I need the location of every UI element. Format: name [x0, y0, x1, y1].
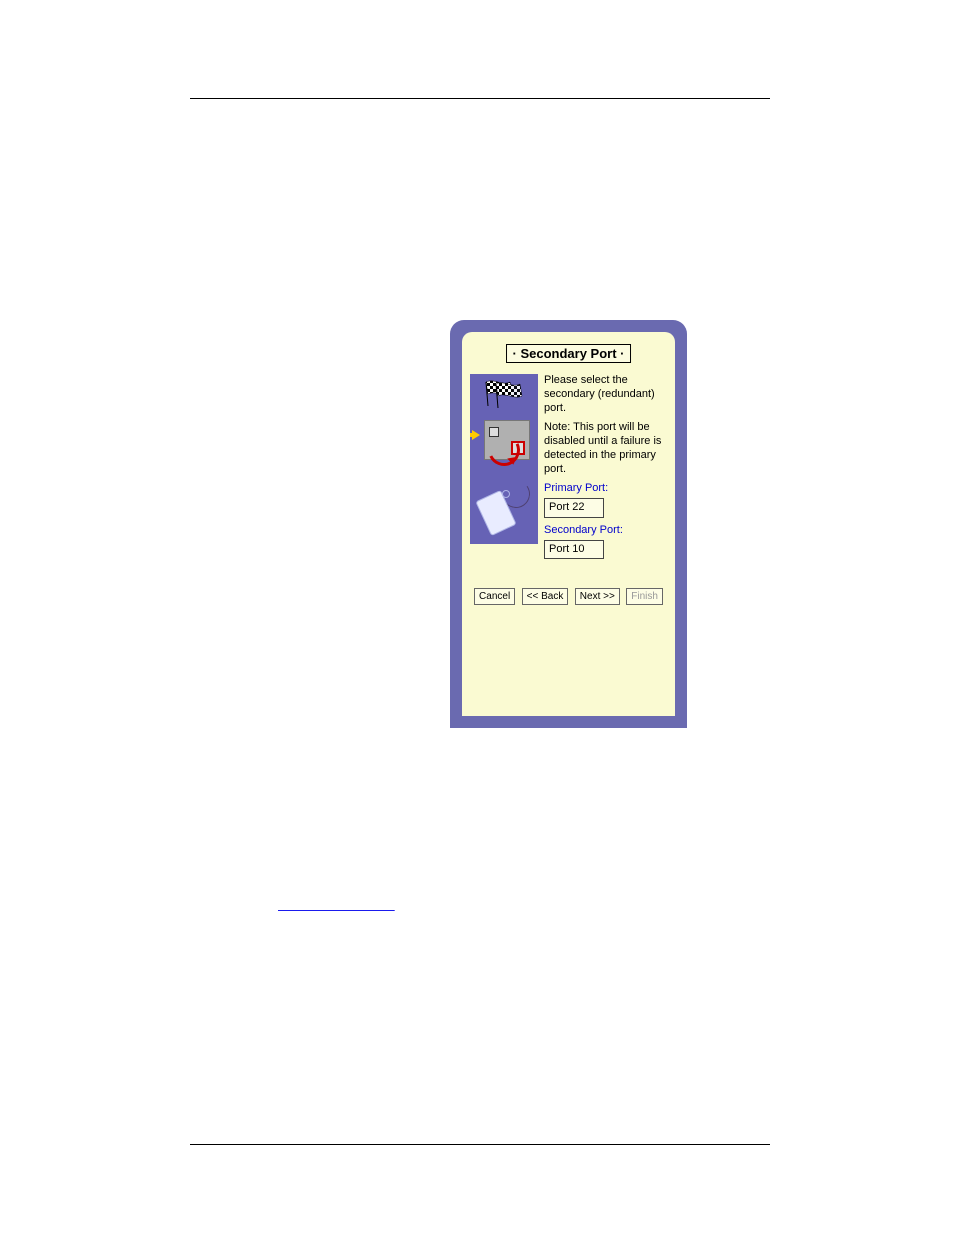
- dialog-title: · Secondary Port ·: [506, 344, 632, 363]
- header-divider: [190, 98, 770, 99]
- dialog-content: Please select the secondary (redundant) …: [544, 374, 667, 559]
- primary-port-value[interactable]: Port 22: [544, 498, 604, 518]
- finish-button: Finish: [626, 588, 663, 605]
- dialog-panel: · Secondary Port ·: [462, 332, 675, 716]
- dialog-note: Note: This port will be disabled until a…: [544, 421, 667, 476]
- checkered-flag-icon: [484, 380, 524, 408]
- wizard-button-row: Cancel << Back Next >> Finish: [462, 586, 675, 605]
- secondary-port-value[interactable]: Port 10: [544, 540, 604, 560]
- dialog-frame: ⎕ · Secondary Port ·: [450, 320, 687, 728]
- footer-divider: [190, 1144, 770, 1145]
- cancel-button[interactable]: Cancel: [474, 588, 515, 605]
- secondary-port-wizard-dialog: ⎕ · Secondary Port ·: [450, 320, 687, 728]
- yellow-right-arrow-icon: [472, 430, 480, 440]
- dialog-body: Please select the secondary (redundant) …: [470, 374, 667, 559]
- page: ⎕ · Secondary Port ·: [0, 0, 954, 1235]
- wizard-illustration: [470, 374, 538, 544]
- next-button[interactable]: Next >>: [575, 588, 620, 605]
- label-tag-icon: [478, 484, 516, 534]
- primary-port-label: Primary Port:: [544, 482, 667, 496]
- secondary-port-label: Secondary Port:: [544, 524, 667, 538]
- dialog-description: Please select the secondary (redundant) …: [544, 374, 667, 415]
- back-button[interactable]: << Back: [522, 588, 569, 605]
- page-body-link[interactable]: [278, 898, 395, 912]
